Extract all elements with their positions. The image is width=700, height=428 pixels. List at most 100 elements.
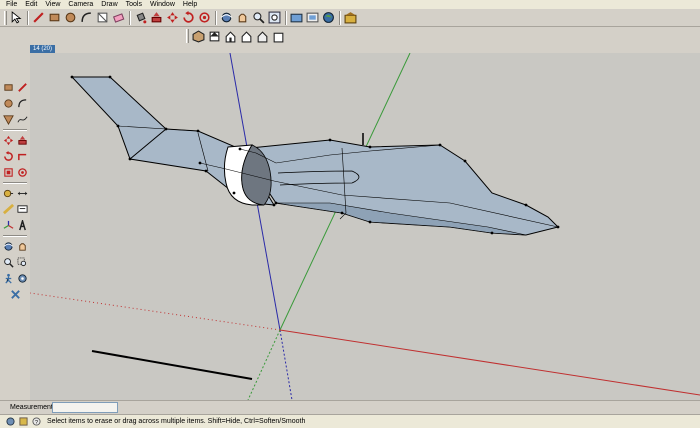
rotate-tool[interactable] bbox=[181, 10, 196, 25]
right-view-button[interactable] bbox=[239, 29, 254, 44]
measurements-label: Measurements bbox=[10, 404, 57, 411]
zoom-window-icon bbox=[16, 256, 26, 266]
tape-measure-icon bbox=[3, 189, 13, 197]
orbit-tool[interactable] bbox=[2, 239, 15, 253]
zoom-tool[interactable] bbox=[251, 10, 266, 25]
look-around-icon bbox=[17, 273, 27, 283]
iso-view-icon bbox=[192, 29, 205, 43]
menu-help[interactable]: Help bbox=[179, 0, 201, 9]
left-view-icon bbox=[273, 32, 284, 42]
zoom-window-tool[interactable] bbox=[16, 255, 29, 269]
credits-icon[interactable] bbox=[19, 417, 28, 426]
geo-location-icon[interactable] bbox=[6, 417, 15, 426]
3d-text-tool[interactable] bbox=[16, 218, 29, 232]
axes-tool[interactable] bbox=[2, 218, 15, 232]
protractor-tool[interactable] bbox=[2, 202, 15, 216]
menu-window[interactable]: Window bbox=[146, 0, 179, 9]
freehand-tool[interactable] bbox=[16, 112, 29, 126]
measurements-input[interactable] bbox=[52, 402, 118, 413]
measurements-bar: Measurements bbox=[0, 400, 700, 414]
views-toolbar bbox=[186, 27, 287, 45]
look-around-tool[interactable] bbox=[16, 271, 29, 285]
red-axis-dotted bbox=[30, 292, 281, 331]
orbit-tool[interactable] bbox=[219, 10, 234, 25]
polygon-tool[interactable] bbox=[2, 112, 15, 126]
component-icon bbox=[97, 12, 108, 23]
text-tool[interactable] bbox=[16, 202, 29, 216]
google-earth-button[interactable] bbox=[321, 10, 336, 25]
rotate-tool[interactable] bbox=[2, 149, 15, 163]
arc-tool[interactable] bbox=[79, 10, 94, 25]
arc-tool[interactable] bbox=[16, 96, 29, 110]
pan-hand-tool[interactable] bbox=[16, 239, 29, 253]
tape-measure-tool[interactable] bbox=[2, 186, 15, 200]
menu-draw[interactable]: Draw bbox=[97, 0, 121, 9]
offset-tool[interactable] bbox=[16, 165, 29, 179]
push-pull-tool[interactable] bbox=[149, 10, 164, 25]
share-model-icon bbox=[306, 12, 319, 23]
share-model-button[interactable] bbox=[305, 10, 320, 25]
top-view-button[interactable] bbox=[207, 29, 222, 44]
scene-tab[interactable]: 14 (20) bbox=[30, 45, 56, 53]
scale-tool[interactable] bbox=[2, 165, 15, 179]
menu-file[interactable]: File bbox=[2, 0, 21, 9]
offset-tool[interactable] bbox=[197, 10, 212, 25]
orbit-icon bbox=[3, 241, 13, 251]
position-camera-tool[interactable] bbox=[9, 287, 22, 301]
menu-view[interactable]: View bbox=[41, 0, 64, 9]
follow-me-tool[interactable] bbox=[16, 149, 29, 163]
rectangle-tool[interactable] bbox=[47, 10, 62, 25]
tool-row bbox=[0, 96, 30, 111]
component-warehouse-button[interactable] bbox=[343, 10, 358, 25]
text-icon bbox=[16, 204, 28, 213]
green-axis-dotted bbox=[247, 329, 281, 400]
toolbar-separator bbox=[215, 10, 217, 25]
push-pull-tool[interactable] bbox=[16, 133, 29, 147]
menu-camera[interactable]: Camera bbox=[64, 0, 97, 9]
get-models-button[interactable] bbox=[289, 10, 304, 25]
drawing-viewport[interactable] bbox=[30, 53, 700, 400]
rectangle-tool[interactable] bbox=[2, 80, 15, 94]
toolbar-separator bbox=[27, 10, 29, 25]
polygon-icon bbox=[2, 114, 14, 125]
toolbar-grip[interactable] bbox=[4, 10, 7, 25]
toolbar-separator bbox=[3, 182, 27, 184]
move-tool[interactable] bbox=[2, 133, 15, 147]
pencil-tool[interactable] bbox=[16, 80, 29, 94]
front-view-icon bbox=[225, 30, 236, 42]
tool-row bbox=[0, 149, 30, 164]
iso-view-button[interactable] bbox=[191, 29, 206, 44]
push-pull-icon bbox=[151, 12, 162, 23]
select-tool[interactable] bbox=[9, 10, 24, 25]
front-view-button[interactable] bbox=[223, 29, 238, 44]
pan-tool[interactable] bbox=[235, 10, 250, 25]
eraser-tool[interactable] bbox=[111, 10, 126, 25]
toolbar-grip[interactable] bbox=[186, 29, 189, 43]
pencil-icon bbox=[17, 82, 27, 92]
circle-tool[interactable] bbox=[63, 10, 78, 25]
model-canvas[interactable] bbox=[30, 53, 700, 400]
menu-edit[interactable]: Edit bbox=[21, 0, 41, 9]
help-icon[interactable]: ? bbox=[32, 417, 41, 426]
tool-row bbox=[0, 218, 30, 233]
circle-tool[interactable] bbox=[2, 96, 15, 110]
left-view-button[interactable] bbox=[271, 29, 286, 44]
dimension-tool[interactable] bbox=[16, 186, 29, 200]
move-icon bbox=[167, 12, 178, 23]
zoom-extents-tool[interactable] bbox=[267, 10, 282, 25]
walk-tool[interactable] bbox=[2, 271, 15, 285]
back-view-button[interactable] bbox=[255, 29, 270, 44]
stray-edge[interactable] bbox=[91, 350, 253, 380]
svg-text:?: ? bbox=[35, 420, 38, 426]
line-tool[interactable] bbox=[31, 10, 46, 25]
menu-tools[interactable]: Tools bbox=[122, 0, 146, 9]
paint-bucket-tool[interactable] bbox=[133, 10, 148, 25]
move-tool[interactable] bbox=[165, 10, 180, 25]
tool-row bbox=[0, 239, 30, 254]
toolbar-separator bbox=[129, 10, 131, 25]
scene-tabs: 14 (20) bbox=[0, 45, 700, 53]
zoom-tool[interactable] bbox=[2, 255, 15, 269]
select-arrow-icon bbox=[11, 11, 22, 24]
main-toolbar bbox=[0, 9, 700, 27]
make-component-tool[interactable] bbox=[95, 10, 110, 25]
